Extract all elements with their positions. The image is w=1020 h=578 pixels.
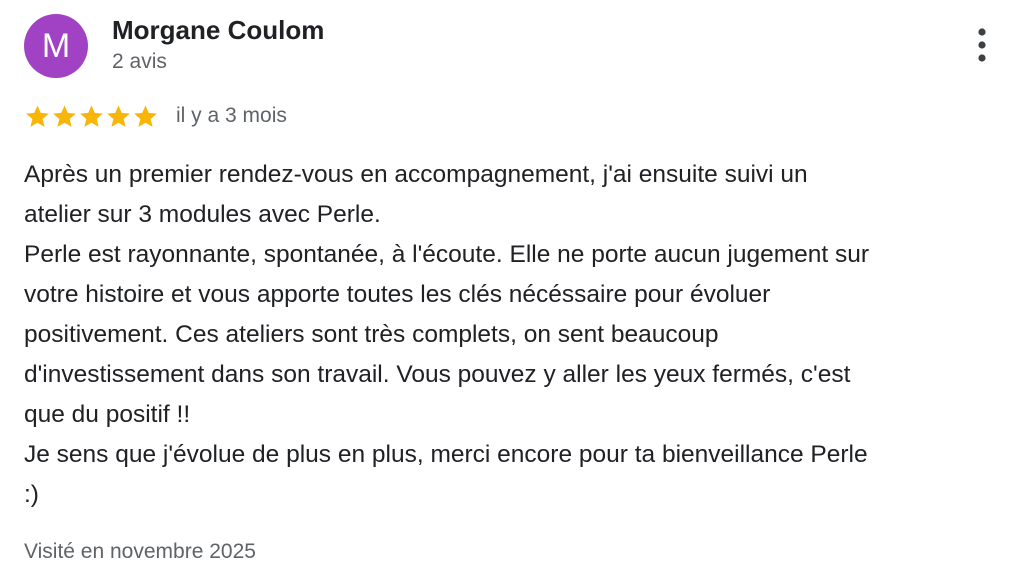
avatar-initial: M xyxy=(41,27,71,65)
author-review-count: 2 avis xyxy=(112,50,167,73)
rating-row: il y a 3 mois xyxy=(24,102,287,130)
avatar[interactable]: M xyxy=(24,14,88,78)
review-text-line: positivement. Ces ateliers sont très com… xyxy=(24,321,719,348)
star-icon xyxy=(132,103,159,130)
review-text-line: :) xyxy=(24,481,39,508)
star-icon xyxy=(51,103,78,130)
review-text: Après un premier rendez-vous en accompag… xyxy=(24,155,1009,515)
review-text-line: atelier sur 3 modules avec Perle. xyxy=(24,201,381,228)
review-card: M Morgane Coulom 2 avis il y a 3 mois Ap… xyxy=(0,0,1020,578)
star-icon xyxy=(105,103,132,130)
review-text-line: votre histoire et vous apporte toutes le… xyxy=(24,281,771,308)
star-icon xyxy=(78,103,105,130)
author-name[interactable]: Morgane Coulom xyxy=(112,14,324,46)
review-date: il y a 3 mois xyxy=(176,104,287,127)
more-vert-icon xyxy=(978,28,986,62)
star-icon xyxy=(24,103,51,130)
review-text-line: d'investissement dans son travail. Vous … xyxy=(24,361,851,388)
star-rating xyxy=(24,103,159,130)
review-text-line: Perle est rayonnante, spontanée, à l'éco… xyxy=(24,241,870,268)
visit-info: Visité en novembre 2025 xyxy=(24,540,256,563)
review-text-line: que du positif !! xyxy=(24,401,191,428)
more-options-button[interactable] xyxy=(962,26,1002,68)
review-text-line: Je sens que j'évolue de plus en plus, me… xyxy=(24,441,868,468)
review-text-line: Après un premier rendez-vous en accompag… xyxy=(24,161,808,188)
